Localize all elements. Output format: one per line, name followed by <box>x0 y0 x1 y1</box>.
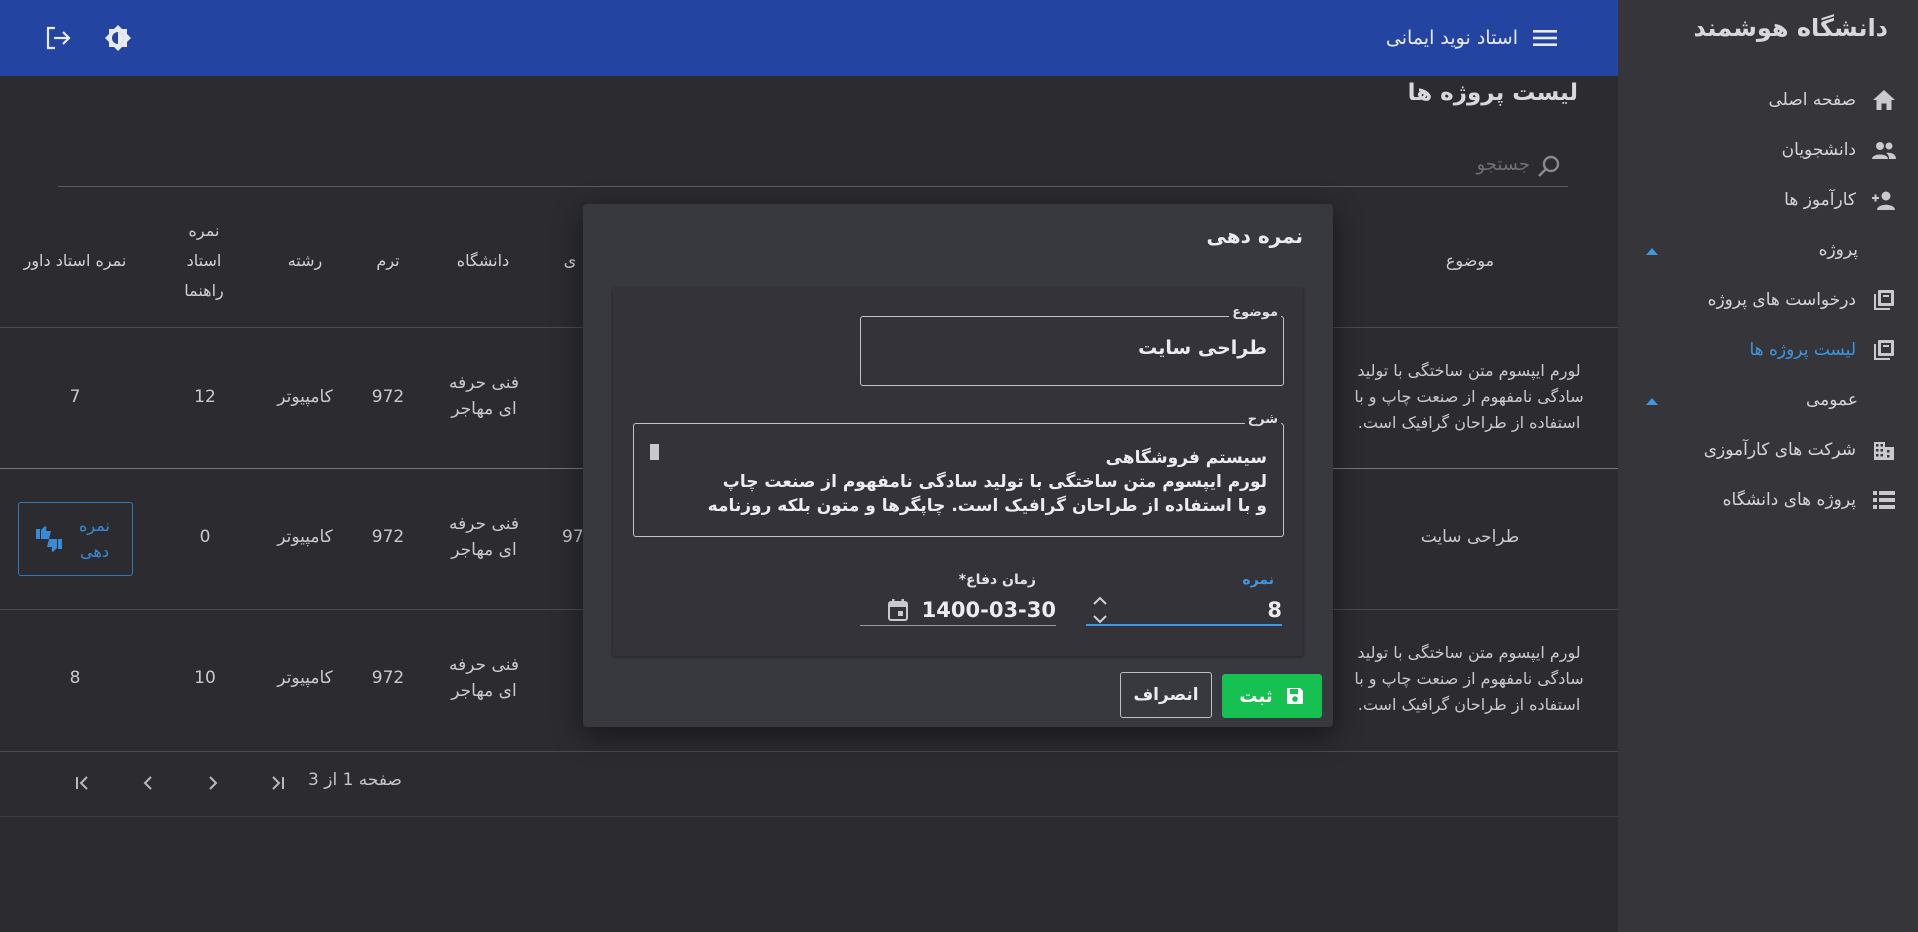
first-page-icon[interactable] <box>70 770 96 796</box>
defense-date-value: 1400-03-30 <box>921 598 1056 622</box>
next-page-icon[interactable] <box>200 770 226 796</box>
dialog-form-panel: موضوع طراحی سایت شرح سیستم فروشگاهی لورم… <box>613 288 1303 656</box>
dialog-title: نمره دهی <box>1206 224 1304 248</box>
library-icon <box>1870 286 1898 314</box>
last-page-icon[interactable] <box>264 770 290 796</box>
cancel-button-label: انصراف <box>1133 685 1199 705</box>
search-placeholder: جستجو <box>1476 154 1530 175</box>
people-icon <box>1870 136 1898 164</box>
sidebar-item-project-requests[interactable]: درخواست های پروژه <box>1658 280 1898 320</box>
grade-underline <box>1086 624 1282 626</box>
sidebar-item-interns[interactable]: کارآموز ها <box>1658 180 1898 220</box>
search-icon <box>1536 154 1562 180</box>
description-value: سیستم فروشگاهی لورم ایپسوم متن ساختگی با… <box>707 448 1267 522</box>
sidebar-item-home[interactable]: صفحه اصلی <box>1658 80 1898 120</box>
description-textarea[interactable]: شرح سیستم فروشگاهی لورم ایپسوم متن ساختگ… <box>633 412 1284 537</box>
column-header-field[interactable]: رشته <box>270 246 340 276</box>
top-app-bar: استاد نوید ایمانی <box>0 0 1618 76</box>
footer-divider <box>0 816 1618 817</box>
table-cell-supervisor-grade: 12 <box>194 387 216 407</box>
library-icon <box>1870 336 1898 364</box>
page-title: لیست پروژه ها <box>1407 80 1578 106</box>
date-underline <box>860 625 1056 626</box>
number-spinner-icon[interactable] <box>1092 594 1108 626</box>
expand-caret-icon[interactable] <box>1646 248 1658 255</box>
table-cell-university: فنی حرفه ای مهاجر <box>449 373 519 419</box>
grade-button[interactable]: نمره دهی <box>18 502 133 576</box>
cancel-button[interactable]: انصراف <box>1120 672 1212 718</box>
defense-date-field[interactable]: زمان دفاع* 1400-03-30 <box>860 572 1056 626</box>
save-icon <box>1285 686 1305 706</box>
table-cell-university: فنی حرفه ای مهاجر <box>449 514 519 560</box>
table-cell-referee-grade: 7 <box>69 387 81 407</box>
column-header-term[interactable]: ترم <box>364 246 412 276</box>
save-button[interactable]: ثبت <box>1222 674 1322 718</box>
row-divider <box>0 751 1618 752</box>
subject-value: طراحی سایت <box>1138 337 1267 359</box>
subject-field[interactable]: موضوع طراحی سایت <box>860 305 1284 386</box>
table-cell-term: 972 <box>371 668 405 688</box>
building-icon <box>1870 436 1898 464</box>
sidebar-section-project[interactable]: پروژه <box>1819 240 1858 260</box>
table-cell-field: کامپیوتر <box>277 668 333 688</box>
list-icon <box>1870 486 1898 514</box>
calendar-icon[interactable] <box>886 598 910 622</box>
column-header-supervisor-grade[interactable]: نمره استاد راهنما <box>174 216 234 306</box>
table-cell-university: فنی حرفه ای مهاجر <box>449 655 519 701</box>
grade-value: 8 <box>1267 598 1282 622</box>
sidebar-section-general[interactable]: عمومی <box>1806 390 1858 410</box>
expand-caret-icon[interactable] <box>1646 398 1658 405</box>
table-cell-field: کامپیوتر <box>277 527 333 547</box>
menu-icon[interactable] <box>1532 27 1558 49</box>
textarea-scrollbar[interactable] <box>650 444 659 460</box>
column-header-partial: ی <box>563 251 577 270</box>
person-add-icon <box>1870 186 1898 214</box>
save-button-label: ثبت <box>1239 685 1273 707</box>
subject-label: موضوع <box>1229 305 1281 320</box>
user-name: استاد نوید ایمانی <box>1385 27 1518 49</box>
table-cell-referee-grade: 8 <box>69 668 81 688</box>
table-cell-subject: طراحی سایت <box>1420 527 1520 547</box>
previous-page-icon[interactable] <box>135 770 161 796</box>
column-header-referee-grade[interactable]: نمره استاد داور <box>10 246 140 276</box>
pagination-status: صفحه 1 از 3 <box>308 770 402 790</box>
search-input[interactable]: جستجو <box>58 146 1568 187</box>
user-menu[interactable]: استاد نوید ایمانی <box>1386 0 1558 76</box>
table-cell-subject: لورم ایپسوم متن ساختگی با تولید سادگی نا… <box>1354 643 1584 714</box>
table-cell-supervisor-grade: 10 <box>194 668 216 688</box>
sidebar: دانشگاه هوشمند صفحه اصلی دانشجویان کارآم… <box>1618 0 1918 932</box>
grade-label: نمره <box>1242 572 1274 588</box>
sidebar-item-project-list[interactable]: لیست پروژه ها <box>1658 330 1898 370</box>
defense-date-label: زمان دفاع* <box>958 572 1036 588</box>
grading-dialog: نمره دهی موضوع طراحی سایت شرح سیستم فروش… <box>583 204 1333 727</box>
theme-toggle-icon[interactable] <box>102 22 134 54</box>
table-cell-field: کامپیوتر <box>277 387 333 407</box>
description-label: شرح <box>1244 412 1281 427</box>
table-cell-term: 972 <box>371 527 405 547</box>
column-header-subject[interactable]: موضوع <box>1390 246 1550 276</box>
table-cell-term: 972 <box>371 387 405 407</box>
brand-title: دانشگاه هوشمند <box>1693 14 1888 42</box>
sidebar-item-companies[interactable]: شرکت های کارآموزی <box>1658 430 1898 470</box>
logout-icon[interactable] <box>42 22 74 54</box>
sidebar-item-students[interactable]: دانشجویان <box>1658 130 1898 170</box>
column-header-university[interactable]: دانشگاه <box>437 246 529 276</box>
grade-field[interactable]: نمره 8 <box>1086 572 1282 626</box>
table-cell-subject: لورم ایپسوم متن ساختگی با تولید سادگی نا… <box>1354 361 1584 432</box>
sidebar-item-university-projects[interactable]: پروژه های دانشگاه <box>1658 480 1898 520</box>
home-icon <box>1870 86 1898 114</box>
thumbs-up-down-icon <box>34 525 64 553</box>
table-cell-supervisor-grade: 0 <box>199 527 211 547</box>
grade-button-label: نمره دهی <box>79 516 110 561</box>
